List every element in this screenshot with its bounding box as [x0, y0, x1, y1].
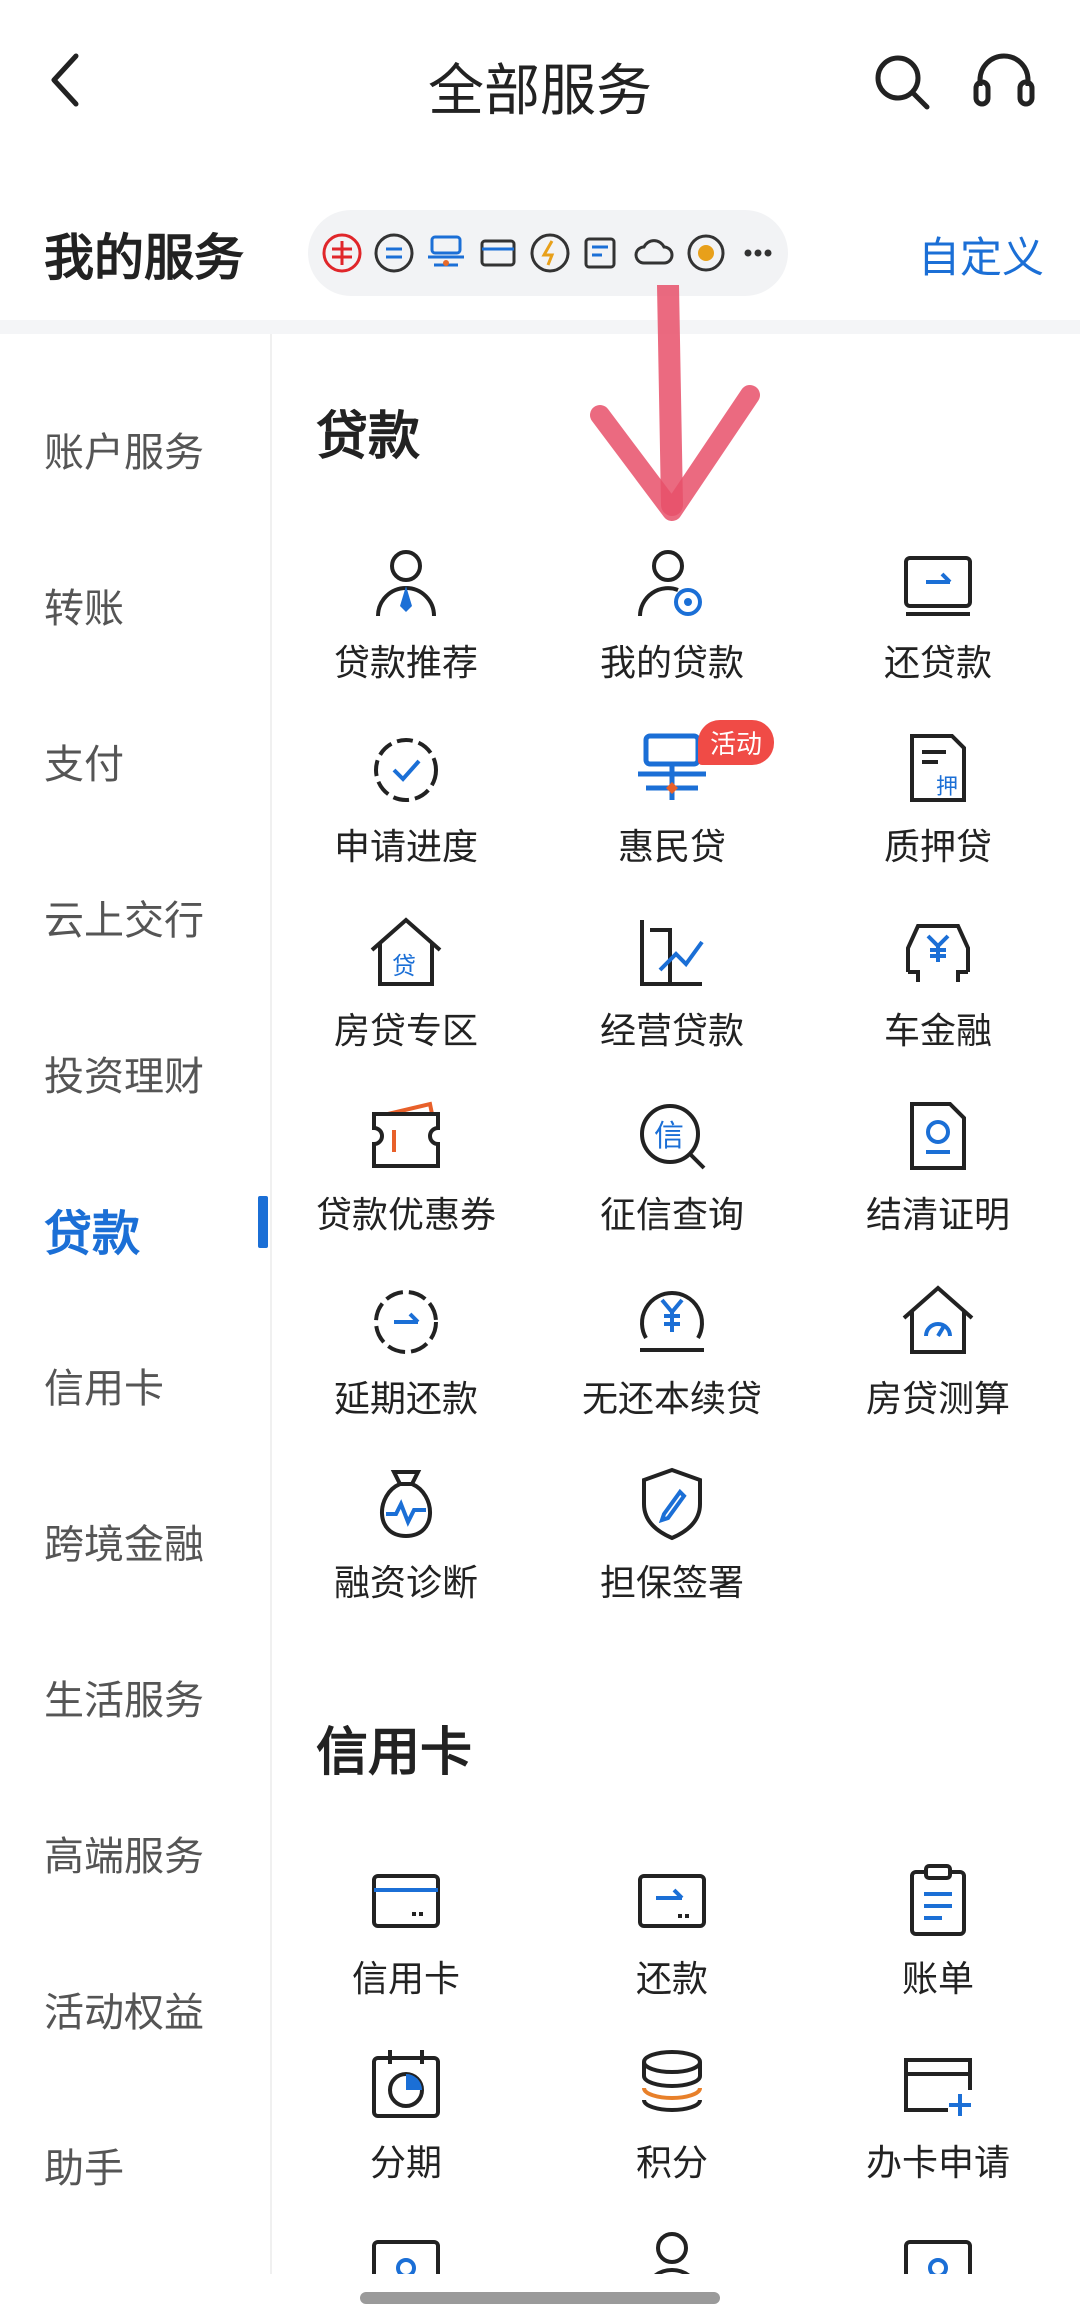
category-sidebar: 账户服务 转账 支付 云上交行 投资理财 贷款 信用卡 跨境金融 生活服务 高端… — [0, 334, 272, 2274]
card-add-icon — [904, 2058, 972, 2116]
bank-icon — [318, 229, 366, 277]
search-icon[interactable] — [872, 52, 932, 112]
sidebar-item-investment[interactable]: 投资理财 — [44, 1044, 204, 1102]
tile-credit-card[interactable]: 信用卡 — [272, 1860, 540, 2040]
money-bag-pulse-icon — [380, 1470, 432, 1539]
tile-extend-repayment[interactable]: 延期还款 — [272, 1280, 540, 1460]
tile-settlement-cert[interactable]: 结清证明 — [804, 1096, 1072, 1276]
annotation-arrow — [590, 285, 760, 521]
my-services-bar: 我的服务 自定义 — [0, 200, 1080, 310]
my-services-title: 我的服务 — [44, 229, 244, 287]
headset-icon[interactable] — [972, 52, 1036, 112]
tile-installment[interactable]: 分期 — [272, 2044, 540, 2224]
my-services-shortcuts[interactable] — [308, 210, 788, 296]
tile-my-loan[interactable]: 我的贷款 — [538, 544, 806, 724]
renew-yuan-icon — [640, 1291, 704, 1352]
tile-guarantee-sign[interactable]: 担保签署 — [538, 1464, 806, 1644]
shield-pen-icon — [642, 1467, 702, 1541]
new-icon — [682, 229, 730, 277]
card-icon — [372, 2240, 440, 2274]
tile-mortgage-zone[interactable]: 贷 房贷专区 — [272, 912, 540, 1092]
user-icon — [654, 2232, 690, 2274]
tile-mortgage-calc[interactable]: 房贷测算 — [804, 1280, 1072, 1460]
cloud-icon — [630, 229, 678, 277]
tile-partial-3[interactable] — [804, 2226, 1072, 2274]
section-divider — [0, 320, 1080, 334]
sidebar-item-life[interactable]: 生活服务 — [44, 1668, 204, 1726]
sidebar-item-transfer[interactable]: 转账 — [44, 576, 124, 634]
tile-partial-2[interactable] — [538, 2226, 806, 2274]
house-gauge-icon — [902, 1285, 974, 1354]
svg-text:贷: 贷 — [392, 952, 416, 980]
tile-points[interactable]: 积分 — [538, 2044, 806, 2224]
tile-huimin-loan[interactable]: 惠民贷 活动 — [538, 720, 806, 908]
sidebar-item-payment[interactable]: 支付 — [44, 732, 124, 790]
coins-icon — [642, 2050, 702, 2113]
tile-loan-recommend[interactable]: 贷款推荐 — [272, 544, 540, 724]
repay-box-icon — [904, 556, 972, 616]
sidebar-item-assistant[interactable]: 助手 — [44, 2136, 124, 2194]
tile-loan-coupon[interactable]: 贷款优惠券 — [272, 1096, 540, 1276]
user-target-icon — [638, 550, 702, 617]
sidebar-item-cross-border[interactable]: 跨境金融 — [44, 1512, 204, 1570]
huimin-icon — [422, 229, 470, 277]
top-bar: 全部服务 — [0, 0, 1080, 165]
credit-search-icon: 信 — [640, 1104, 706, 1170]
tile-repay-loan[interactable]: 还贷款 — [804, 544, 1072, 724]
bill-icon — [578, 229, 626, 277]
extend-clock-icon — [374, 1290, 438, 1354]
active-indicator — [258, 1196, 268, 1248]
sidebar-item-credit-card[interactable]: 信用卡 — [44, 1356, 164, 1414]
clipboard-icon — [910, 1864, 966, 1936]
sidebar-item-cloud-bank[interactable]: 云上交行 — [44, 888, 204, 946]
card-repay-icon — [638, 1874, 706, 1928]
tile-business-loan[interactable]: 经营贷款 — [538, 912, 806, 1092]
tile-repayment[interactable]: 还款 — [538, 1860, 806, 2040]
service-content: 贷款 贷款推荐 我的贷款 还贷款 申请进度 惠民贷 活动 押 质押贷 贷 房贷专… — [272, 334, 1080, 2274]
svg-text:信: 信 — [654, 1119, 684, 1154]
tile-car-finance[interactable]: 车金融 — [804, 912, 1072, 1092]
sidebar-item-loan[interactable]: 贷款 — [44, 1194, 140, 1264]
coupon-icon — [372, 1101, 440, 1168]
sidebar-item-account[interactable]: 账户服务 — [44, 420, 204, 478]
more-icon — [734, 229, 782, 277]
certificate-icon — [910, 1102, 966, 1170]
lightning-icon — [526, 229, 574, 277]
sidebar-item-activities[interactable]: 活动权益 — [44, 1980, 204, 2038]
sidebar-item-premium[interactable]: 高端服务 — [44, 1824, 204, 1882]
check-circle-icon — [374, 738, 438, 802]
tile-card-application[interactable]: 办卡申请 — [804, 2044, 1072, 2224]
pledge-doc-icon: 押 — [910, 734, 966, 802]
tile-financing-diagnosis[interactable]: 融资诊断 — [272, 1464, 540, 1644]
home-indicator[interactable] — [360, 2292, 720, 2304]
card-icon — [474, 229, 522, 277]
activity-badge: 活动 — [698, 720, 775, 765]
car-yuan-icon — [906, 924, 970, 982]
house-loan-icon: 贷 — [370, 917, 442, 986]
tile-renewal-loan[interactable]: 无还本续贷 — [538, 1280, 806, 1460]
tile-partial-1[interactable] — [272, 2226, 540, 2274]
tile-application-progress[interactable]: 申请进度 — [272, 728, 540, 908]
user-tie-icon — [376, 550, 436, 617]
section-title-credit: 信用卡 — [316, 1723, 473, 1783]
svg-text:押: 押 — [936, 775, 958, 800]
card-icon — [904, 2240, 972, 2274]
calendar-pie-icon — [372, 2050, 440, 2118]
section-title-loan: 贷款 — [316, 407, 421, 467]
credit-card-icon — [372, 1874, 440, 1928]
customize-link[interactable]: 自定义 — [918, 224, 1044, 285]
tile-statement[interactable]: 账单 — [804, 1860, 1072, 2040]
exchange-icon — [370, 229, 418, 277]
tile-pledge-loan[interactable]: 押 质押贷 — [804, 728, 1072, 908]
business-chart-icon — [640, 920, 704, 986]
tile-credit-query[interactable]: 信 征信查询 — [538, 1096, 806, 1276]
